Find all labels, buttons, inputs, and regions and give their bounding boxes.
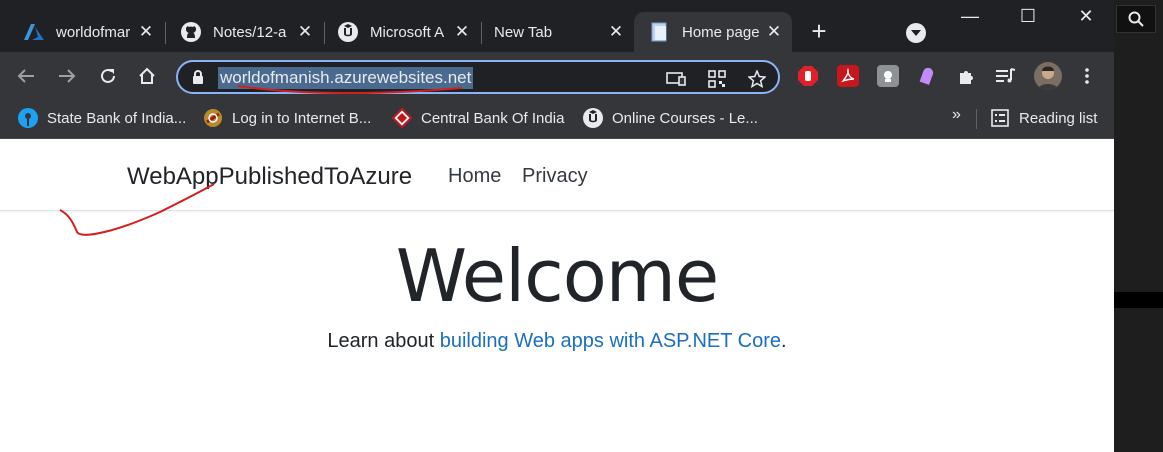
arrow-right-icon	[59, 69, 76, 83]
bookmarks-overflow-button[interactable]: »	[952, 106, 961, 124]
web-page: WebAppPublishedToAzure Home Privacy Welc…	[0, 140, 1114, 452]
new-tab-button[interactable]: +	[806, 18, 832, 44]
tab-title: Notes/12-a	[213, 23, 287, 41]
puzzle-icon[interactable]	[956, 65, 978, 87]
cast-icon[interactable]	[666, 69, 686, 89]
divider	[1114, 292, 1163, 308]
back-button[interactable]	[12, 62, 40, 90]
tab-title: New Tab	[494, 23, 553, 41]
minimize-button[interactable]: —	[955, 6, 985, 27]
bookmark-label: Online Courses - Le...	[612, 109, 758, 127]
page-heading-text: Welcome	[395, 234, 719, 318]
azure-icon	[24, 22, 44, 42]
reading-list-button[interactable]: Reading list	[990, 106, 1097, 130]
close-icon[interactable]: ✕	[606, 22, 626, 42]
extension-square-icon[interactable]	[877, 65, 899, 87]
chevron-down-icon	[911, 30, 921, 36]
address-bar[interactable]: worldofmanish.azurewebsites.net	[176, 60, 780, 94]
browser-window: worldofmar ✕ Notes/12-a ✕ Microsoft A ✕ …	[0, 0, 1114, 452]
tab-search-button[interactable]	[906, 23, 926, 43]
browser-toolbar: worldofmanish.azurewebsites.net	[0, 52, 1114, 100]
menu-kebab-icon[interactable]	[1076, 65, 1098, 87]
bookmark-label: Central Bank Of India	[421, 109, 565, 127]
tab-microsoft[interactable]: Microsoft A ✕	[314, 12, 480, 52]
close-icon[interactable]: ✕	[452, 22, 472, 42]
bookmarks-bar: State Bank of India... Log in to Interne…	[0, 100, 1114, 139]
arrow-left-icon	[17, 69, 34, 83]
udemy-icon	[583, 108, 603, 128]
home-icon	[139, 67, 155, 84]
search-button[interactable]	[1116, 5, 1156, 33]
reading-list-icon	[990, 108, 1010, 128]
bookmark-sbi[interactable]: State Bank of India...	[18, 106, 186, 130]
tab-new-tab[interactable]: New Tab ✕	[470, 12, 634, 52]
learn-prefix: Learn about	[327, 330, 440, 352]
nav-link-home[interactable]: Home	[448, 165, 501, 188]
site-navbar: WebAppPublishedToAzure Home Privacy	[0, 140, 1114, 211]
pdf-icon[interactable]	[837, 65, 859, 87]
url-text[interactable]: worldofmanish.azurewebsites.net	[218, 67, 474, 89]
tab-title: Microsoft A	[370, 23, 445, 41]
bank-icon	[203, 108, 223, 128]
close-icon[interactable]: ✕	[295, 22, 315, 42]
tab-title: Home page	[682, 23, 760, 41]
learn-suffix: .	[781, 330, 787, 352]
adblock-icon[interactable]	[797, 65, 819, 87]
reload-button[interactable]	[94, 62, 122, 90]
dropper-icon[interactable]	[917, 65, 939, 87]
qr-code-icon[interactable]	[707, 69, 727, 89]
reload-icon	[101, 68, 115, 83]
page-heading: Welcome	[0, 234, 1114, 318]
avatar[interactable]	[1034, 62, 1062, 90]
window-close-button[interactable]: ✕	[1071, 6, 1101, 27]
lock-icon[interactable]	[192, 70, 204, 89]
bookmark-central-bank[interactable]: Central Bank Of India	[392, 106, 564, 130]
sbi-icon	[18, 108, 38, 128]
tab-title: worldofmar	[56, 23, 131, 41]
github-icon	[181, 22, 201, 42]
aspnet-docs-link[interactable]: building Web apps with ASP.NET Core	[440, 330, 781, 352]
tab-strip: worldofmar ✕ Notes/12-a ✕ Microsoft A ✕ …	[0, 0, 1114, 52]
bookmark-internet-banking[interactable]: Log in to Internet B...	[203, 106, 371, 130]
cbi-icon	[392, 108, 412, 128]
close-icon[interactable]: ✕	[764, 22, 784, 42]
bookmarks-separator	[976, 109, 977, 129]
tab-home-page[interactable]: Home page ✕	[634, 12, 792, 52]
forward-button[interactable]	[53, 62, 81, 90]
bookmark-label: Log in to Internet B...	[232, 109, 372, 127]
udemy-icon	[338, 22, 358, 42]
media-queue-icon[interactable]	[995, 65, 1017, 87]
page-icon	[650, 22, 670, 42]
site-brand-link[interactable]: WebAppPublishedToAzure	[127, 163, 412, 191]
bookmark-online-courses[interactable]: Online Courses - Le...	[583, 106, 758, 130]
star-icon[interactable]	[747, 69, 767, 89]
search-icon	[1128, 11, 1144, 27]
maximize-button[interactable]: ☐	[1013, 6, 1043, 27]
tab-github[interactable]: Notes/12-a ✕	[157, 12, 323, 52]
nav-link-privacy[interactable]: Privacy	[522, 165, 588, 188]
close-icon[interactable]: ✕	[136, 22, 156, 42]
home-button[interactable]	[133, 62, 161, 90]
background-window	[1114, 0, 1163, 452]
learn-paragraph: Learn about building Web apps with ASP.N…	[0, 330, 1114, 353]
bookmark-label: State Bank of India...	[47, 109, 187, 127]
reading-list-label: Reading list	[1019, 109, 1098, 127]
tab-azure[interactable]: worldofmar ✕	[0, 12, 164, 52]
